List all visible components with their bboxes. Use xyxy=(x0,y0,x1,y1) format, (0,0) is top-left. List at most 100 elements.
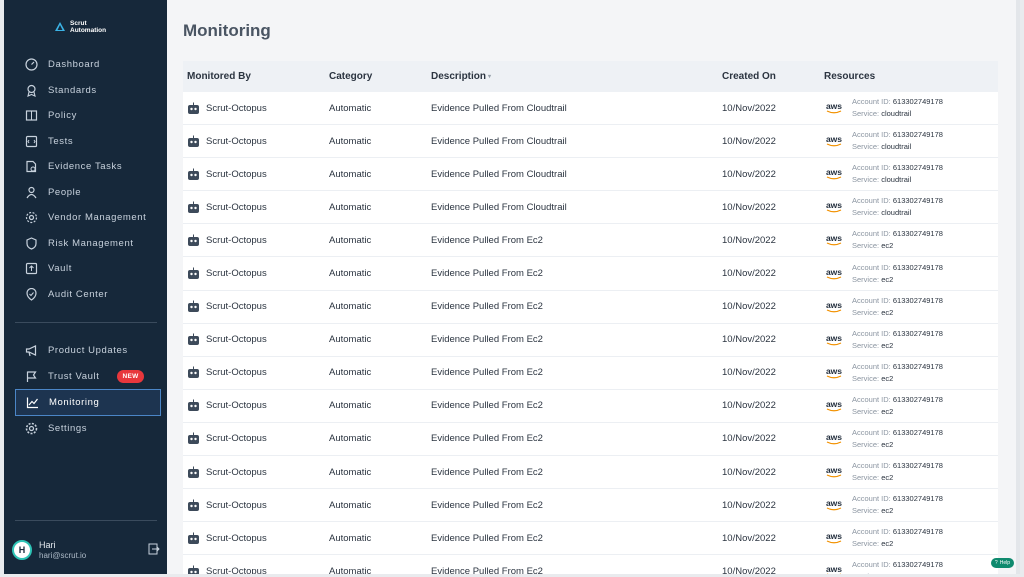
table-row[interactable]: Scrut-Octopus Automatic Evidence Pulled Fr… xyxy=(183,555,998,574)
service-name: ec2 xyxy=(881,274,894,284)
cell-resources: aws Account ID: 613302749178 Service: ec2 xyxy=(824,295,998,319)
cell-category: Automatic xyxy=(329,532,372,544)
header-created-on[interactable]: Created On xyxy=(722,71,824,82)
sort-icon[interactable]: ▾ xyxy=(488,73,491,80)
sidebar-item-audit-center[interactable]: Audit Center xyxy=(4,282,167,308)
cell-description: Evidence Pulled From Ec2 xyxy=(431,433,543,445)
cell-description: Evidence Pulled From Ec2 xyxy=(431,367,543,379)
table-row[interactable]: Scrut-Octopus Automatic Evidence Pulled Fr… xyxy=(183,158,998,192)
account-id-line: Account ID: 613302749178 xyxy=(852,229,943,239)
service-line: Service: cloudtrail xyxy=(852,142,912,152)
logout-icon[interactable] xyxy=(148,543,160,555)
service-line: Service: ec2 xyxy=(852,473,894,483)
account-id-line: Account ID: 613302749178 xyxy=(852,262,943,272)
sidebar-item-vault[interactable]: Vault xyxy=(4,256,167,282)
monitored-by-text: Scrut-Octopus xyxy=(206,334,267,346)
sidebar-item-label: Product Updates xyxy=(48,345,128,357)
user-profile[interactable]: H Hari hari@scrut.io xyxy=(12,535,160,565)
aws-logo-icon: aws xyxy=(825,299,843,312)
account-id: 613302749178 xyxy=(892,295,943,305)
service-line: Service: ec2 xyxy=(852,439,894,449)
sidebar-item-evidence-tasks[interactable]: Evidence Tasks xyxy=(4,154,167,180)
header-description[interactable]: Description ▾ xyxy=(431,71,722,82)
sidebar-item-risk-management[interactable]: Risk Management xyxy=(4,231,167,257)
cell-created-on: 10/Nov/2022 xyxy=(722,400,776,412)
monitored-by-text: Scrut-Octopus xyxy=(206,135,267,147)
cell-monitored-by: Scrut-Octopus xyxy=(183,532,329,545)
cell-monitored-by: Scrut-Octopus xyxy=(183,234,329,247)
service-name: ec2 xyxy=(881,340,894,350)
aws-logo-icon: aws xyxy=(825,167,843,180)
cell-created-on: 10/Nov/2022 xyxy=(722,565,776,574)
aws-logo-icon: aws xyxy=(825,431,843,445)
cell-category: Automatic xyxy=(329,367,372,379)
table-row[interactable]: Scrut-Octopus Automatic Evidence Pulled Fr… xyxy=(183,257,998,291)
table-row[interactable]: Scrut-Octopus Automatic Evidence Pulled Fr… xyxy=(183,522,998,556)
account-id: 613302749178 xyxy=(892,394,943,404)
monitored-by-text: Scrut-Octopus xyxy=(206,499,267,511)
header-monitored-by[interactable]: Monitored By xyxy=(183,71,329,82)
table-row[interactable]: Scrut-Octopus Automatic Evidence Pulled Fr… xyxy=(183,92,998,126)
sidebar-item-standards[interactable]: Standards xyxy=(4,78,167,104)
account-id-line: Account ID: 613302749178 xyxy=(852,560,943,570)
cell-description: Evidence Pulled From Ec2 xyxy=(431,334,543,346)
monitored-by-text: Scrut-Octopus xyxy=(206,268,267,280)
table-row[interactable]: Scrut-Octopus Automatic Evidence Pulled Fr… xyxy=(183,422,998,457)
scrollbar[interactable] xyxy=(1016,0,1020,574)
brand-logo[interactable]: Scrut Automation xyxy=(54,20,106,34)
account-id: 613302749178 xyxy=(892,328,943,338)
help-button[interactable]: ? Help xyxy=(990,558,1014,568)
cell-created-on: 10/Nov/2022 xyxy=(722,532,776,544)
cell-category: Automatic xyxy=(329,102,372,114)
table-row[interactable]: Scrut-Octopus Automatic Evidence Pulled Fr… xyxy=(183,389,998,423)
cell-category: Automatic xyxy=(329,400,372,412)
sidebar-item-trust-vault[interactable]: Trust Vault NEW xyxy=(4,364,167,390)
table-row[interactable]: Scrut-Octopus Automatic Evidence Pulled Fr… xyxy=(183,489,998,523)
table-row[interactable]: Scrut-Octopus Automatic Evidence Pulled Fr… xyxy=(183,323,998,357)
sidebar-item-label: People xyxy=(48,186,82,198)
robot-icon xyxy=(187,432,200,445)
cell-description: Evidence Pulled From Cloudtrail xyxy=(431,168,567,180)
cell-monitored-by: Scrut-Octopus xyxy=(183,366,329,379)
table-row[interactable]: Scrut-Octopus Automatic Evidence Pulled Fr… xyxy=(183,191,998,225)
table-body: Scrut-Octopus Automatic Evidence Pulled Fr… xyxy=(183,92,998,574)
sidebar-item-label: Risk Management xyxy=(48,237,134,249)
sidebar-item-monitoring[interactable]: Monitoring xyxy=(15,389,161,416)
service-name: ec2 xyxy=(881,506,894,516)
sidebar-item-tests[interactable]: Tests xyxy=(4,129,167,155)
header-category[interactable]: Category xyxy=(329,71,431,82)
sidebar-item-vendor-management[interactable]: Vendor Management xyxy=(4,205,167,231)
service-line: Service: ec2 xyxy=(852,373,894,383)
table-row[interactable]: Scrut-Octopus Automatic Evidence Pulled Fr… xyxy=(183,290,998,324)
cell-resources: aws Account ID: 613302749178 Service: ec2 xyxy=(824,526,998,550)
account-id: 613302749178 xyxy=(892,130,943,140)
page-title: Monitoring xyxy=(183,21,271,40)
service-name: ec2 xyxy=(881,572,893,574)
table-row[interactable]: Scrut-Octopus Automatic Evidence Pulled Fr… xyxy=(183,356,998,390)
cell-created-on: 10/Nov/2022 xyxy=(722,268,776,280)
account-id-line: Account ID: 613302749178 xyxy=(852,295,943,305)
sidebar-item-people[interactable]: People xyxy=(4,180,167,206)
sidebar-item-label: Standards xyxy=(48,84,97,96)
cell-description: Evidence Pulled From Ec2 xyxy=(431,268,543,280)
service-line: Service: ec2 xyxy=(852,274,894,284)
cell-monitored-by: Scrut-Octopus xyxy=(183,168,329,181)
table-row[interactable]: Scrut-Octopus Automatic Evidence Pulled Fr… xyxy=(183,224,998,258)
robot-icon xyxy=(187,499,200,512)
account-id-line: Account ID: 613302749178 xyxy=(852,461,943,471)
megaphone-icon xyxy=(25,344,38,357)
header-resources[interactable]: Resources xyxy=(824,71,998,82)
table-row[interactable]: Scrut-Octopus Automatic Evidence Pulled Fr… xyxy=(183,456,998,490)
sidebar-item-label: Settings xyxy=(48,423,88,435)
sidebar-item-policy[interactable]: Policy xyxy=(4,103,167,129)
flag-icon xyxy=(25,370,38,383)
aws-logo-icon: aws xyxy=(825,233,843,246)
sidebar-item-product-updates[interactable]: Product Updates xyxy=(4,338,167,364)
cell-resources: aws Account ID: 613302749178 Service: ec2 xyxy=(824,262,998,286)
account-id-line: Account ID: 613302749178 xyxy=(852,494,943,504)
sidebar-item-dashboard[interactable]: Dashboard xyxy=(4,52,167,78)
robot-icon xyxy=(187,168,200,181)
monitored-by-text: Scrut-Octopus xyxy=(206,102,267,114)
table-row[interactable]: Scrut-Octopus Automatic Evidence Pulled Fr… xyxy=(183,125,998,159)
sidebar-item-settings[interactable]: Settings xyxy=(4,416,167,442)
